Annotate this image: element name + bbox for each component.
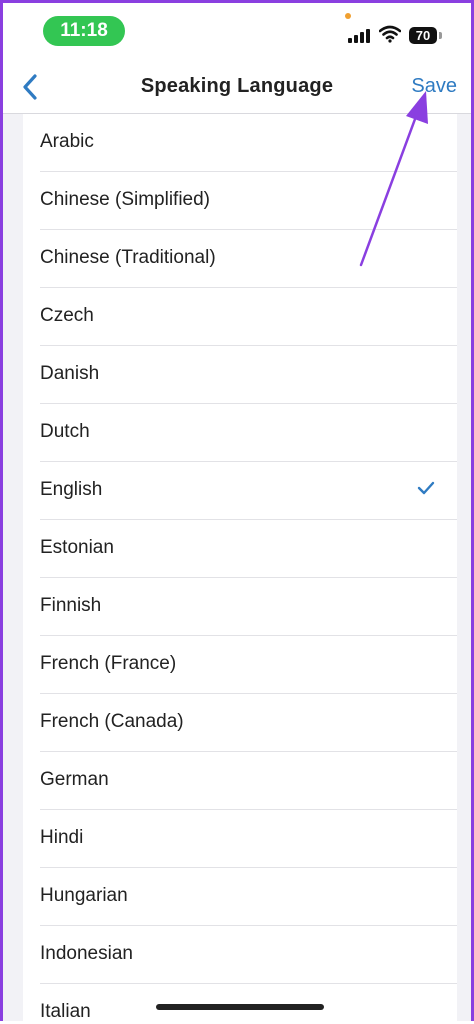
language-label: Indonesian — [40, 943, 133, 964]
language-row[interactable]: German — [23, 752, 457, 810]
language-label: Chinese (Simplified) — [40, 189, 211, 210]
language-label: French (France) — [40, 653, 177, 674]
checkmark-icon — [417, 481, 435, 495]
home-indicator[interactable] — [156, 1004, 324, 1010]
language-label: Hungarian — [40, 885, 128, 906]
language-row[interactable]: Hungarian — [23, 868, 457, 926]
cellular-signal-icon — [348, 27, 372, 43]
language-label: Estonian — [40, 537, 114, 558]
status-bar: 11:18 70 — [3, 3, 471, 61]
language-list: Arabic Chinese (Simplified) Chinese (Tradi… — [23, 114, 457, 1021]
navigation-bar: Speaking Language Save — [3, 61, 471, 114]
language-label: English — [40, 479, 103, 500]
status-time: 11:18 — [43, 16, 125, 46]
language-label: Arabic — [40, 131, 94, 152]
battery-tip — [439, 32, 442, 39]
language-label: Dutch — [40, 421, 90, 442]
language-label: French (Canada) — [40, 711, 184, 732]
language-row[interactable]: Danish — [23, 346, 457, 404]
language-row[interactable]: Czech — [23, 288, 457, 346]
language-label: Italian — [40, 1001, 91, 1021]
language-row[interactable]: Chinese (Traditional) — [23, 230, 457, 288]
battery-icon: 70 — [409, 27, 437, 44]
wifi-icon — [379, 25, 401, 43]
language-label: Finnish — [40, 595, 102, 616]
language-label: Danish — [40, 363, 100, 384]
language-label: Czech — [40, 305, 94, 326]
language-label: Hindi — [40, 827, 84, 848]
language-row[interactable]: Italian — [23, 984, 457, 1021]
language-row[interactable]: Indonesian — [23, 926, 457, 984]
language-row[interactable]: Estonian — [23, 520, 457, 578]
language-label: Chinese (Traditional) — [40, 247, 216, 268]
language-row[interactable]: French (Canada) — [23, 694, 457, 752]
privacy-indicator-dot — [345, 13, 351, 19]
language-row[interactable]: French (France) — [23, 636, 457, 694]
language-row[interactable]: Finnish — [23, 578, 457, 636]
save-button[interactable]: Save — [411, 75, 457, 98]
language-label: German — [40, 769, 109, 790]
language-row[interactable]: Hindi — [23, 810, 457, 868]
language-row[interactable]: Chinese (Simplified) — [23, 172, 457, 230]
language-row[interactable]: Arabic — [23, 114, 457, 172]
page-title: Speaking Language — [140, 75, 334, 97]
language-list-container[interactable]: Arabic Chinese (Simplified) Chinese (Tradi… — [3, 114, 471, 1021]
language-row[interactable]: English — [23, 462, 457, 520]
language-row[interactable]: Dutch — [23, 404, 457, 462]
